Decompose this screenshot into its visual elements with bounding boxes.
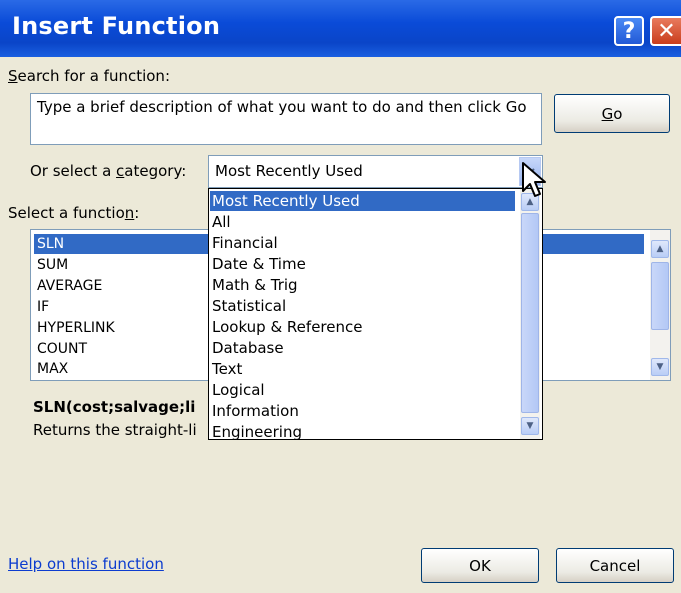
category-option-text[interactable]: Text [212,359,242,380]
category-label: Or select a category: [30,162,186,180]
category-option-logical[interactable]: Logical [212,380,265,401]
category-select[interactable]: Most Recently Used [208,155,543,188]
ok-button[interactable]: OK [421,548,539,583]
scroll-up-button[interactable]: ▲ [651,240,669,258]
search-label-accesskey: S [8,67,18,85]
category-option-all[interactable]: All [212,212,231,233]
function-item-count[interactable]: COUNT [37,339,87,359]
search-label: Search for a function: [8,67,170,85]
category-dropdown-list[interactable]: Most Recently Used All Financial Date & … [208,188,543,440]
go-label-accesskey: G [601,104,614,123]
function-list-scrollbar[interactable]: ▲ ▼ [650,230,670,380]
category-label-pre: Or select a [30,162,117,180]
search-label-text: earch for a function: [17,67,170,85]
function-item-average[interactable]: AVERAGE [37,276,102,296]
dropdown-scrollbar[interactable]: ▲ ▼ [520,189,540,439]
scroll-down-button[interactable]: ▼ [651,358,669,376]
category-option-date-time[interactable]: Date & Time [212,254,306,275]
ok-label: OK [469,556,491,575]
close-button[interactable]: ✕ [650,16,681,46]
title-bar[interactable]: Insert Function ? ✕ [0,0,681,57]
category-option-database[interactable]: Database [212,338,284,359]
dropdown-scroll-down-button[interactable]: ▼ [521,417,539,435]
category-option-most-recently-used[interactable]: Most Recently Used [212,191,360,212]
window-title: Insert Function [12,12,221,40]
help-on-function-link[interactable]: Help on this function [8,555,164,573]
function-label-accesskey: n [124,204,135,222]
go-label-text: o [613,104,623,123]
search-input[interactable]: Type a brief description of what you wan… [30,93,542,145]
category-option-statistical[interactable]: Statistical [212,296,286,317]
category-option-math-trig[interactable]: Math & Trig [212,275,298,296]
dropdown-scroll-thumb[interactable] [521,213,539,413]
go-button[interactable]: Go [554,94,670,133]
mouse-pointer-icon [522,162,546,197]
function-item-max[interactable]: MAX [37,359,68,379]
function-item-sum[interactable]: SUM [37,255,68,275]
help-button[interactable]: ? [614,16,644,46]
category-label-post: ategory: [124,162,187,180]
search-input-text: Type a brief description of what you wan… [37,98,527,116]
function-label-pre: Select a functio [8,204,125,222]
category-select-value: Most Recently Used [215,162,363,180]
scroll-thumb[interactable] [651,262,669,330]
close-icon: ✕ [657,18,676,44]
function-list-label: Select a function: [8,204,139,222]
question-mark-icon: ? [622,18,636,44]
insert-function-dialog: Insert Function ? ✕ Search for a functio… [0,0,681,593]
function-label-post: : [134,204,140,222]
category-option-engineering[interactable]: Engineering [212,422,302,439]
cancel-label: Cancel [589,556,641,575]
cancel-button[interactable]: Cancel [556,548,674,583]
function-item-if[interactable]: IF [37,297,49,317]
category-option-information[interactable]: Information [212,401,299,422]
category-option-lookup-reference[interactable]: Lookup & Reference [212,317,362,338]
function-item-sln[interactable]: SLN [37,234,64,254]
function-description: Returns the straight-li [33,421,197,439]
function-syntax: SLN(cost;salvage;li [33,398,196,416]
category-option-financial[interactable]: Financial [212,233,278,254]
function-item-hyperlink[interactable]: HYPERLINK [37,318,115,338]
